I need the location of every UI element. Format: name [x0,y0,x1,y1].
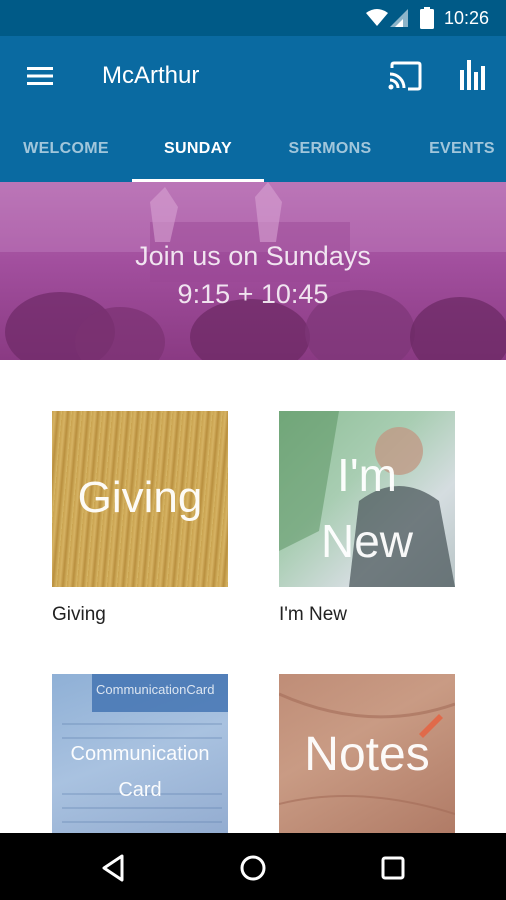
im-new-tile[interactable]: I'm New [279,411,455,587]
hero-heading: Join us on Sundays [135,241,371,271]
menu-icon[interactable] [22,62,58,90]
cast-icon[interactable] [386,60,424,92]
recents-icon[interactable] [376,851,410,885]
system-nav-bar [0,833,506,900]
home-icon[interactable] [236,851,270,885]
communication-card-text-1: Communication [70,743,210,765]
communication-card-tile[interactable]: CommunicationCard Communication Card [52,674,228,834]
status-bar: 10:26 [0,0,506,36]
clock: 10:26 [444,8,490,28]
giving-tile-text: Giving [77,473,203,522]
tab-bar: WELCOME SUNDAY SERMONS EVENTS [0,128,506,182]
im-new-tile-text-1: I'm [337,449,397,501]
communication-card-print: CommunicationCard [96,682,215,697]
hero-times: 9:15 + 10:45 [177,279,329,309]
tab-welcome[interactable]: WELCOME [0,128,132,182]
app-bar: McArthur WELCOME SUNDAY SERMONS EVENTS [0,36,506,182]
bar-chart-icon[interactable] [458,58,488,92]
battery-icon [420,7,434,29]
im-new-label[interactable]: I'm New [279,604,347,626]
hero-banner[interactable]: Join us on Sundays 9:15 + 10:45 [0,182,506,360]
tab-sermons[interactable]: SERMONS [264,128,396,182]
notes-tile-text: Notes [304,728,430,781]
tab-sunday[interactable]: SUNDAY [132,128,264,182]
giving-label[interactable]: Giving [52,604,106,626]
notes-tile[interactable]: Notes [279,674,455,834]
communication-card-text-2: Card [118,779,162,801]
wifi-icon [366,9,388,26]
back-icon[interactable] [96,851,130,885]
app-title: McArthur [102,62,200,89]
tab-events[interactable]: EVENTS [396,128,506,182]
cellular-signal-icon [390,9,408,27]
im-new-tile-text-2: New [320,515,414,567]
giving-tile[interactable]: Giving [52,411,228,587]
